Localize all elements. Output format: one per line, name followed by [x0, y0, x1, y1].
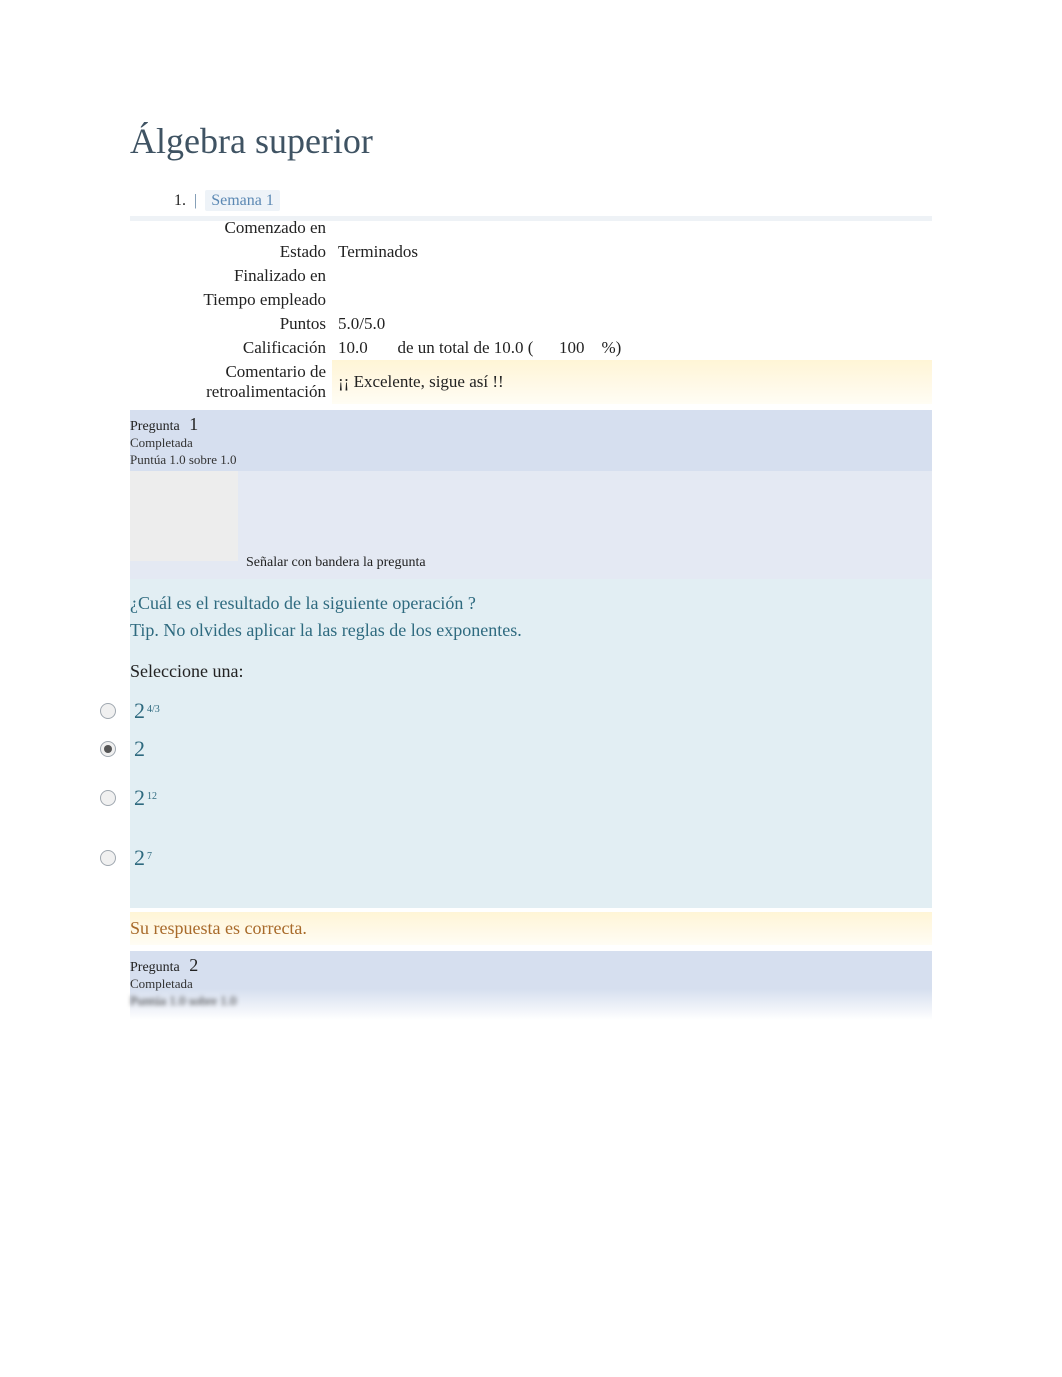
flag-placeholder: [130, 471, 238, 561]
radio-icon[interactable]: [100, 850, 116, 866]
question-2: Pregunta 2 Completada Puntúa 1.0 sobre 1…: [130, 951, 932, 1020]
summary-row-points: Puntos 5.0/5.0: [130, 312, 932, 336]
question-select-label: Seleccione una:: [130, 661, 932, 692]
option-d[interactable]: 27: [100, 828, 932, 888]
flag-area: Señalar con bandera la pregunta: [130, 471, 932, 579]
summary-row-state: Estado Terminados: [130, 240, 932, 264]
question-status: Completada: [130, 976, 193, 991]
question-label: Pregunta: [130, 960, 180, 975]
question-number: 2: [183, 955, 198, 975]
attempt-summary-table: Comenzado en Estado Terminados Finalizad…: [130, 216, 932, 404]
option-exponent: 7: [145, 851, 152, 862]
summary-row-feedback: Comentario de retroalimentación ¡¡ Excel…: [130, 360, 932, 404]
summary-label: Finalizado en: [130, 264, 332, 288]
summary-value: [332, 288, 932, 312]
summary-label: Estado: [130, 240, 332, 264]
grade-tail: %): [601, 338, 621, 357]
breadcrumb: | Semana 1: [160, 192, 932, 210]
flag-question-link[interactable]: Señalar con bandera la pregunta: [130, 555, 932, 571]
summary-value: 10.0 de un total de 10.0 ( 100 %): [332, 336, 932, 360]
summary-row-finished: Finalizado en: [130, 264, 932, 288]
radio-icon[interactable]: [100, 703, 116, 719]
summary-label: Comenzado en: [130, 216, 332, 240]
summary-label: Puntos: [130, 312, 332, 336]
question-header: Pregunta 2 Completada Puntúa 1.0 sobre 1…: [130, 951, 932, 1020]
summary-row-grade: Calificación 10.0 de un total de 10.0 ( …: [130, 336, 932, 360]
option-base: 2: [134, 785, 145, 810]
summary-row-started: Comenzado en: [130, 216, 932, 240]
option-base: 2: [134, 736, 145, 761]
summary-label: Comentario de retroalimentación: [130, 360, 332, 404]
option-exponent: [145, 742, 147, 753]
answer-correct-banner: Su respuesta es correcta.: [130, 912, 932, 945]
option-b[interactable]: 2: [100, 730, 932, 768]
breadcrumb-separator: |: [190, 192, 201, 209]
option-exponent: 12: [145, 791, 157, 802]
option-a[interactable]: 24/3: [100, 692, 932, 730]
summary-value: 5.0/5.0: [332, 312, 932, 336]
question-number: 1: [183, 414, 198, 434]
breadcrumb-link-week[interactable]: Semana 1: [205, 190, 280, 211]
summary-value: [332, 264, 932, 288]
question-1: Pregunta 1 Completada Puntúa 1.0 sobre 1…: [130, 410, 932, 945]
summary-label: Tiempo empleado: [130, 288, 332, 312]
grade-number: 10.0: [338, 338, 368, 357]
question-status: Completada: [130, 435, 193, 450]
option-base: 2: [134, 845, 145, 870]
question-content: ¿Cuál es el resultado de la siguiente op…: [130, 579, 932, 908]
grade-mid: de un total de 10.0 (: [398, 338, 534, 357]
option-exponent: 4/3: [145, 704, 160, 715]
radio-icon[interactable]: [100, 790, 116, 806]
course-title: Álgebra superior: [130, 120, 932, 162]
question-score: Puntúa 1.0 sobre 1.0: [130, 452, 237, 467]
question-label: Pregunta: [130, 419, 180, 434]
question-score: Puntúa 1.0 sobre 1.0: [130, 993, 237, 1008]
radio-icon[interactable]: [100, 741, 116, 757]
option-c[interactable]: 212: [100, 768, 932, 828]
options-list: 24/3 2 212: [100, 692, 932, 888]
summary-row-time: Tiempo empleado: [130, 288, 932, 312]
summary-value: [332, 216, 932, 240]
question-tip: Tip. No olvides aplicar la las reglas de…: [130, 620, 932, 661]
question-header: Pregunta 1 Completada Puntúa 1.0 sobre 1…: [130, 410, 932, 473]
option-base: 2: [134, 698, 145, 723]
feedback-banner: ¡¡ Excelente, sigue así !!: [332, 360, 932, 404]
summary-value: Terminados: [332, 240, 932, 264]
question-prompt: ¿Cuál es el resultado de la siguiente op…: [130, 593, 932, 620]
summary-label: Calificación: [130, 336, 332, 360]
grade-percent: 100: [559, 338, 585, 357]
